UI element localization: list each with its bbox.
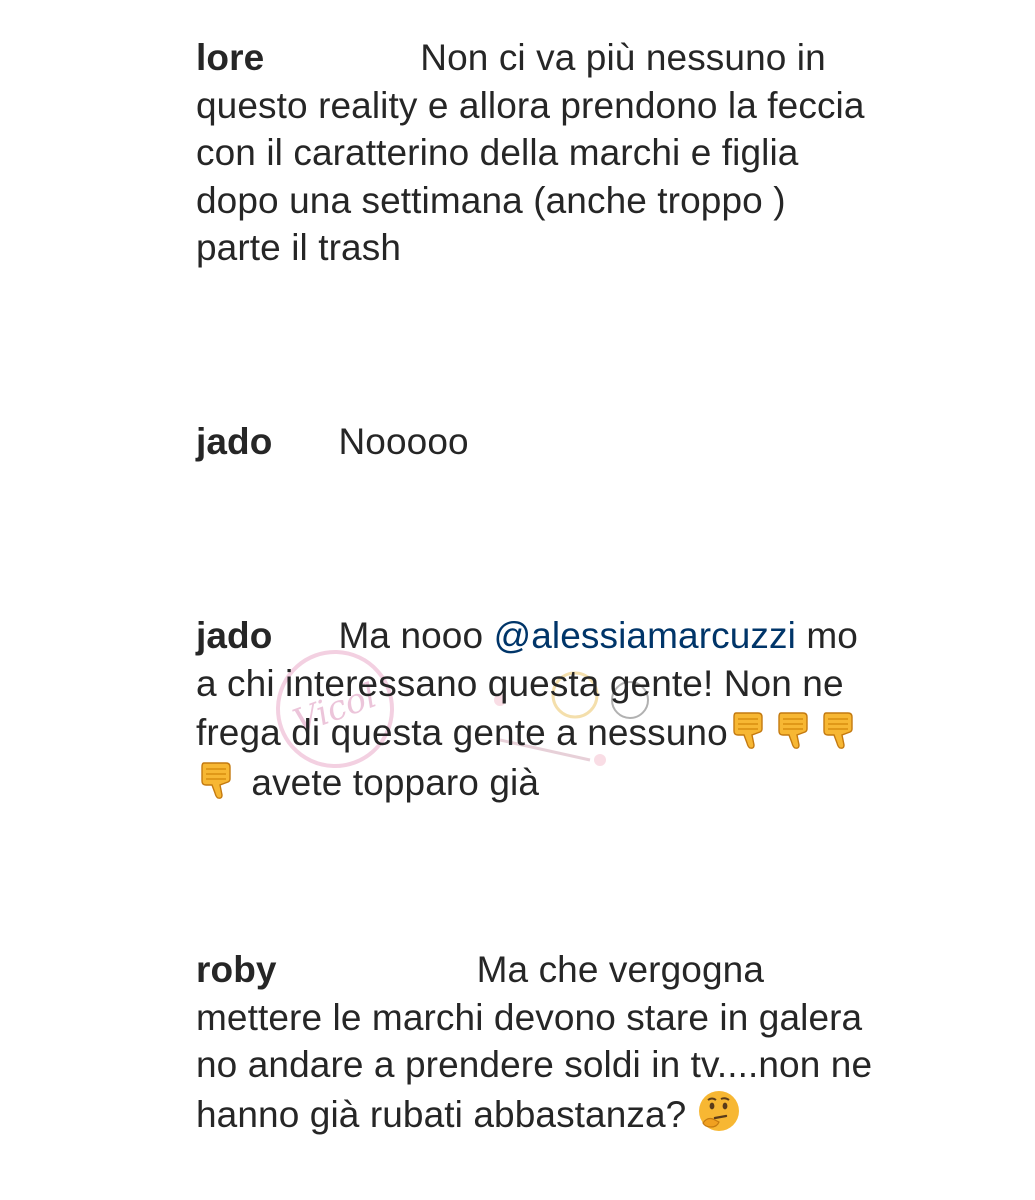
- comment-username[interactable]: roby: [196, 949, 277, 990]
- mention-link[interactable]: @alessiamarcuzzi: [494, 615, 796, 656]
- comment-item: jado Nooooo: [196, 418, 876, 466]
- comment-text: Ma che vergogna mettere le marchi devono…: [196, 949, 873, 1135]
- comment-item: roby Ma che vergogna mettere le marchi de…: [196, 946, 876, 1138]
- thumbs-down-icon: [201, 761, 231, 799]
- comment-item: jado Ma nooo @alessiamarcuzzi mo a chi in…: [196, 612, 876, 806]
- thumbs-down-icon: [778, 712, 808, 749]
- comment-text-start: Ma nooo: [338, 615, 484, 656]
- thumbs-down-icon: [733, 712, 763, 749]
- comment-text: Nooooo: [338, 421, 469, 462]
- thumbs-down-icon: [823, 712, 853, 749]
- comment-username[interactable]: jado: [196, 421, 272, 462]
- comment-text-end: avete topparo già: [251, 761, 540, 803]
- thinking-face-icon: [698, 1090, 739, 1131]
- comment-item: lore Non ci va più nessuno in questo real…: [196, 34, 876, 272]
- comment-username[interactable]: jado: [196, 615, 272, 656]
- comment-username[interactable]: lore: [196, 37, 264, 78]
- comment-text: Non ci va più nessuno in questo reality …: [196, 37, 865, 268]
